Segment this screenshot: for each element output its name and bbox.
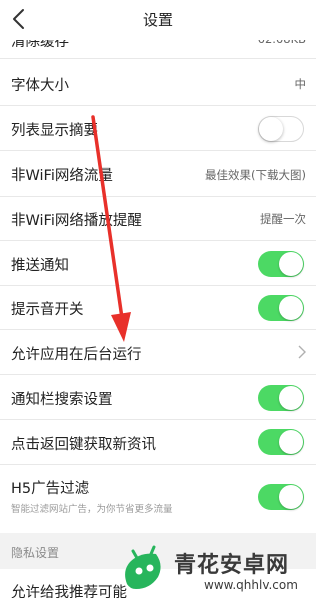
watermark-url: www.qhhlv.com — [204, 578, 298, 592]
setting-label: 非WiFi网络流量 — [11, 168, 113, 184]
setting-label: 允许应用在后台运行 — [11, 347, 142, 363]
push-notification-toggle[interactable] — [258, 251, 304, 277]
notification-search-toggle[interactable] — [258, 385, 304, 411]
setting-h5-ad-filter[interactable]: H5广告过滤 智能过滤网站广告，为你节省更多流量 — [0, 465, 316, 533]
setting-label: 列表显示摘要 — [11, 123, 98, 139]
list-summary-toggle[interactable] — [258, 116, 304, 142]
page-title: 设置 — [142, 11, 173, 29]
setting-push-notification[interactable]: 推送通知 — [0, 241, 316, 286]
setting-notification-search[interactable]: 通知栏搜索设置 — [0, 375, 316, 420]
setting-label: 提示音开关 — [11, 302, 84, 318]
setting-font-size[interactable]: 字体大小 中 — [0, 59, 316, 106]
toggle-knob — [279, 252, 303, 276]
watermark: 青花安卓网 www.qhhlv.com — [118, 541, 316, 598]
chevron-right-icon — [298, 345, 306, 359]
setting-label: 推送通知 — [11, 258, 69, 274]
sound-toggle[interactable] — [258, 295, 304, 321]
nav-bar: 设置 — [0, 0, 316, 40]
toggle-knob — [259, 117, 283, 141]
toggle-knob — [279, 430, 303, 454]
section-title: 隐私设置 — [11, 546, 60, 560]
play-reminder-value: 提醒一次 — [260, 212, 306, 226]
watermark-logo-icon — [125, 545, 161, 589]
toggle-knob — [279, 296, 303, 320]
setting-non-wifi-traffic[interactable]: 非WiFi网络流量 最佳效果(下载大图) — [0, 151, 316, 197]
setting-list-summary[interactable]: 列表显示摘要 — [0, 106, 316, 151]
setting-label: 允许给我推荐可能 — [11, 585, 127, 598]
font-size-value: 中 — [294, 77, 307, 91]
setting-label: H5广告过滤 — [11, 481, 90, 497]
setting-subtitle: 智能过滤网站广告，为你节省更多流量 — [11, 504, 173, 515]
non-wifi-traffic-value: 最佳效果(下载大图) — [205, 168, 306, 182]
setting-label: 非WiFi网络播放提醒 — [11, 213, 142, 229]
toggle-knob — [279, 485, 303, 509]
setting-non-wifi-play-reminder[interactable]: 非WiFi网络播放提醒 提醒一次 — [0, 197, 316, 241]
setting-label: 通知栏搜索设置 — [11, 392, 113, 408]
setting-back-refresh[interactable]: 点击返回键获取新资讯 — [0, 420, 316, 465]
back-refresh-toggle[interactable] — [258, 429, 304, 455]
setting-background-run[interactable]: 允许应用在后台运行 — [0, 330, 316, 375]
h5-ad-filter-toggle[interactable] — [258, 484, 304, 510]
setting-label: 点击返回键获取新资讯 — [11, 437, 156, 453]
watermark-name: 青花安卓网 — [174, 553, 290, 578]
setting-label: 字体大小 — [11, 78, 69, 94]
toggle-knob — [279, 386, 303, 410]
setting-sound[interactable]: 提示音开关 — [0, 286, 316, 330]
